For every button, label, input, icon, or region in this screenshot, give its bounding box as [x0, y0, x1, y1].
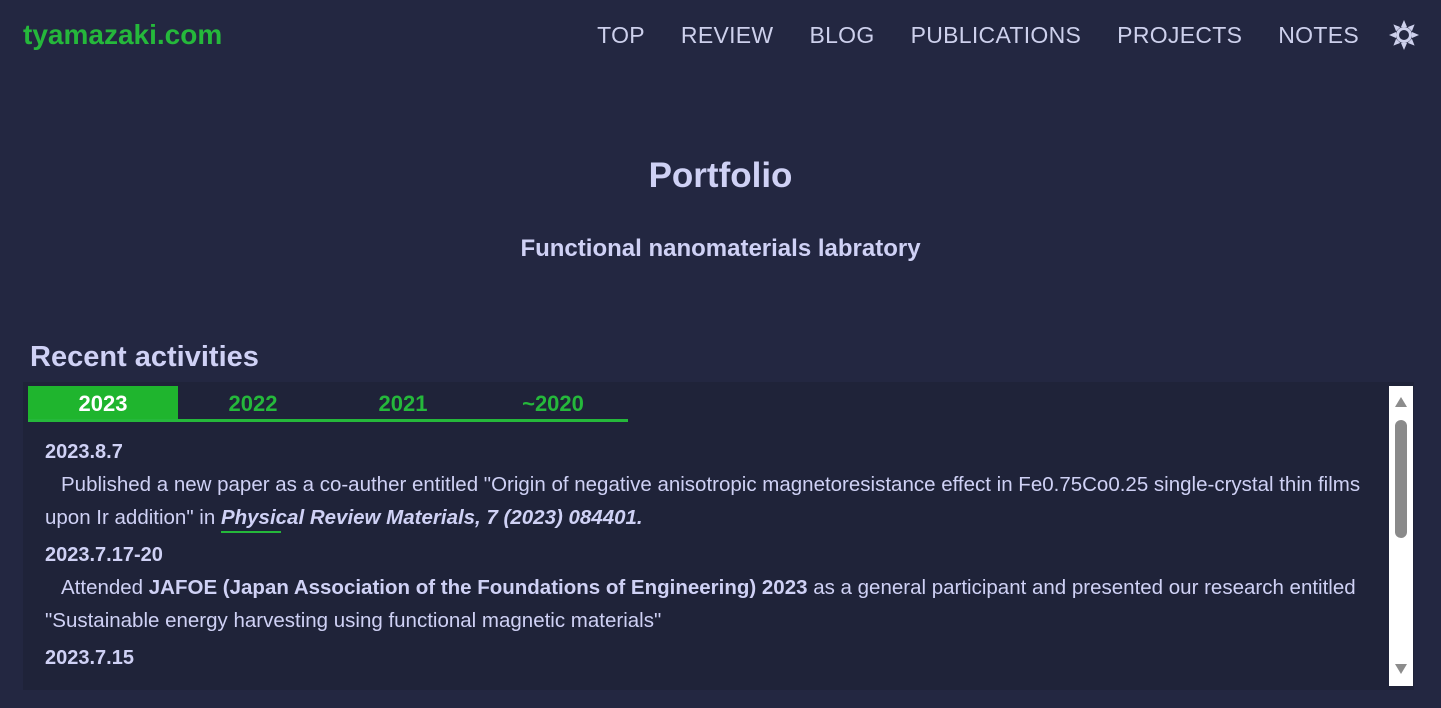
activity-date: 2023.8.7	[45, 441, 123, 463]
year-tabs: 2023 2022 2021 ~2020	[28, 386, 628, 422]
activity-date: 2023.7.17-20	[45, 544, 163, 566]
nav-link-top[interactable]: TOP	[597, 22, 645, 48]
scroll-up-arrow-icon[interactable]	[1395, 397, 1407, 407]
nav-link-review[interactable]: REVIEW	[681, 22, 774, 48]
event-name: JAFOE (Japan Association of the Foundati…	[148, 576, 808, 599]
activity-entry: 2023.8.7 Published a new paper as a co-a…	[45, 438, 1380, 534]
sun-icon	[1389, 20, 1419, 50]
tab-2023[interactable]: 2023	[28, 386, 178, 419]
nav-link-notes[interactable]: NOTES	[1278, 22, 1359, 48]
tab-2022[interactable]: 2022	[178, 386, 328, 419]
main-nav: TOP REVIEW BLOG PUBLICATIONS PROJECTS NO…	[597, 22, 1359, 48]
activities-panel: 2023 2022 2021 ~2020 2023.8.7 Published …	[23, 382, 1414, 690]
tab-2020-and-earlier[interactable]: ~2020	[478, 386, 628, 419]
nav-link-publications[interactable]: PUBLICATIONS	[911, 22, 1082, 48]
nav-link-projects[interactable]: PROJECTS	[1117, 22, 1242, 48]
activity-date: 2023.7.15	[45, 647, 134, 669]
page-title: Portfolio	[648, 156, 793, 195]
site-logo-link[interactable]: tyamazaki.com	[23, 17, 222, 53]
tab-2021[interactable]: 2021	[328, 386, 478, 419]
top-navigation-bar: tyamazaki.com TOP REVIEW BLOG PUBLICATIO…	[0, 0, 1441, 70]
scroll-down-arrow-icon[interactable]	[1395, 664, 1407, 674]
page-subtitle: Functional nanomaterials labratory	[520, 235, 921, 262]
theme-toggle-button[interactable]	[1388, 19, 1420, 51]
scroll-thumb[interactable]	[1395, 420, 1407, 538]
activity-entry: 2023.7.17-20 Attended JAFOE (Japan Assoc…	[45, 541, 1380, 637]
activities-scrollbar[interactable]	[1389, 386, 1413, 686]
activity-entry: 2023.7.15	[45, 644, 1380, 672]
activity-list: 2023.8.7 Published a new paper as a co-a…	[45, 438, 1380, 674]
activity-description: Attended JAFOE (Japan Association of the…	[45, 571, 1380, 637]
journal-link[interactable]: Physical Review Materials, 7 (2023) 0844…	[220, 506, 643, 533]
activity-text: Attended	[61, 576, 149, 599]
recent-activities-heading: Recent activities	[30, 341, 259, 373]
activity-description: Published a new paper as a co-auther ent…	[45, 468, 1380, 534]
nav-link-blog[interactable]: BLOG	[809, 22, 874, 48]
